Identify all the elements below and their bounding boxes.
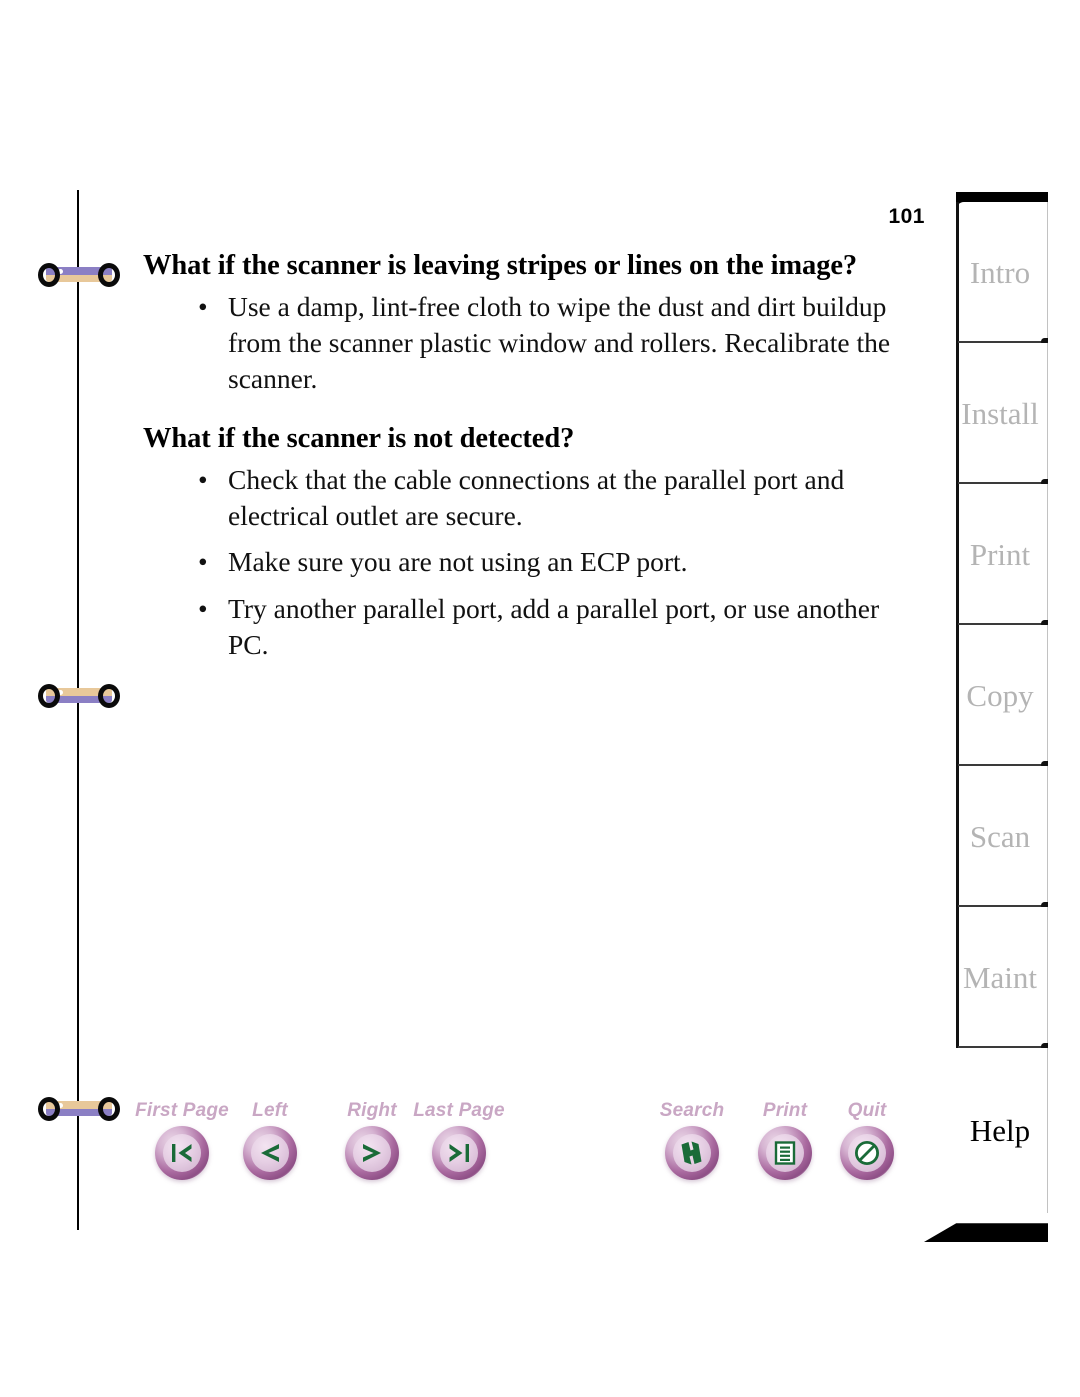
nav-label: Search (659, 1100, 725, 1121)
bullet-glyph: • (198, 593, 208, 625)
button-disc (155, 1126, 209, 1180)
first-page-icon (170, 1142, 194, 1164)
main-content: What if the scanner is leaving stripes o… (143, 248, 903, 663)
tab-stack-bottom-shadow (924, 1223, 1048, 1242)
bullet-glyph: • (198, 291, 208, 323)
sidebar-tab-print[interactable]: Print (956, 484, 1048, 627)
tab-right-edge (1047, 625, 1048, 766)
first-page-button[interactable]: First Page (135, 1100, 229, 1180)
list-item: • Try another parallel port, add a paral… (143, 591, 903, 663)
list-item: • Use a damp, lint-free cloth to wipe th… (143, 289, 903, 396)
button-inner-disc (766, 1134, 804, 1172)
section-heading-scanner-not-detected: What if the scanner is not detected? (143, 422, 575, 454)
tab-label: Print (969, 536, 1031, 572)
print-document-icon (774, 1141, 796, 1165)
ring-cap-right (98, 684, 120, 708)
sidebar-tab-copy[interactable]: Copy (956, 625, 1048, 768)
ring-cap-right (98, 263, 120, 287)
previous-page-button[interactable]: Left (243, 1100, 297, 1180)
nav-label: Quit (847, 1100, 887, 1121)
tab-label: Maint (962, 959, 1038, 995)
tab-right-edge (1047, 907, 1048, 1048)
binder-ring-middle (38, 684, 120, 708)
document-page: 101 What if the scanner is leaving strip… (0, 0, 1080, 1397)
list-item-text: Check that the cable connections at the … (228, 463, 845, 531)
navigation-toolbar: First Page Left Right Last Page Search P… (0, 1092, 1080, 1202)
last-page-button[interactable]: Last Page (413, 1100, 505, 1180)
sidebar-tab-scan[interactable]: Scan (956, 766, 1048, 909)
list-item-text: Use a damp, lint-free cloth to wipe the … (228, 291, 891, 394)
list-item: • Make sure you are not using an ECP por… (143, 544, 903, 580)
button-disc (345, 1126, 399, 1180)
button-disc (432, 1126, 486, 1180)
list-item-text: Make sure you are not using an ECP port. (228, 546, 688, 578)
button-disc (758, 1126, 812, 1180)
answer-list-scanner-stripes: • Use a damp, lint-free cloth to wipe th… (143, 289, 903, 396)
binder-spine-line (77, 190, 79, 1230)
next-page-button[interactable]: Right (345, 1100, 399, 1180)
button-disc (665, 1126, 719, 1180)
tab-label: Intro (969, 254, 1031, 290)
button-disc (243, 1126, 297, 1180)
answer-list-scanner-not-detected: • Check that the cable connections at th… (143, 462, 903, 663)
tab-right-edge (1047, 484, 1048, 625)
list-item-text: Try another parallel port, add a paralle… (228, 593, 880, 660)
tab-right-edge (1047, 202, 1048, 343)
search-binoculars-icon (679, 1141, 705, 1165)
bullet-glyph: • (198, 463, 208, 495)
button-inner-disc (353, 1134, 391, 1172)
list-item: • Check that the cable connections at th… (143, 462, 903, 534)
search-button[interactable]: Search (660, 1100, 724, 1180)
button-inner-disc (163, 1134, 201, 1172)
ring-cap-left (38, 684, 60, 708)
nav-label: Print (762, 1100, 808, 1121)
binder-ring-top (38, 263, 120, 287)
previous-page-icon (258, 1142, 282, 1164)
button-inner-disc (251, 1134, 289, 1172)
tab-right-edge (1047, 766, 1048, 907)
bullet-glyph: • (198, 546, 208, 578)
page-number: 101 (888, 205, 925, 228)
print-button[interactable]: Print (758, 1100, 812, 1180)
last-page-icon (447, 1142, 471, 1164)
section-heading-scanner-stripes: What if the scanner is leaving stripes o… (143, 250, 858, 281)
tab-right-edge (1047, 343, 1048, 484)
nav-label: Right (347, 1100, 397, 1121)
quit-no-entry-icon (854, 1140, 880, 1166)
nav-label: First Page (135, 1100, 229, 1121)
nav-label: Left (252, 1100, 288, 1121)
button-inner-disc (848, 1134, 886, 1172)
nav-label: Last Page (413, 1100, 505, 1121)
next-page-icon (360, 1142, 384, 1164)
sidebar-tab-install[interactable]: Install (956, 343, 1048, 486)
button-inner-disc (673, 1134, 711, 1172)
section-tab-stack: Intro Install Print Copy Scan Maint Help (924, 192, 1054, 1242)
tab-label: Scan (969, 818, 1031, 854)
tab-label: Install (961, 395, 1039, 431)
sidebar-tab-intro[interactable]: Intro (956, 202, 1048, 345)
ring-cap-left (38, 263, 60, 287)
sidebar-tab-maint[interactable]: Maint (956, 907, 1048, 1050)
tab-label: Copy (966, 677, 1034, 713)
button-inner-disc (440, 1134, 478, 1172)
button-disc (840, 1126, 894, 1180)
quit-button[interactable]: Quit (840, 1100, 894, 1180)
